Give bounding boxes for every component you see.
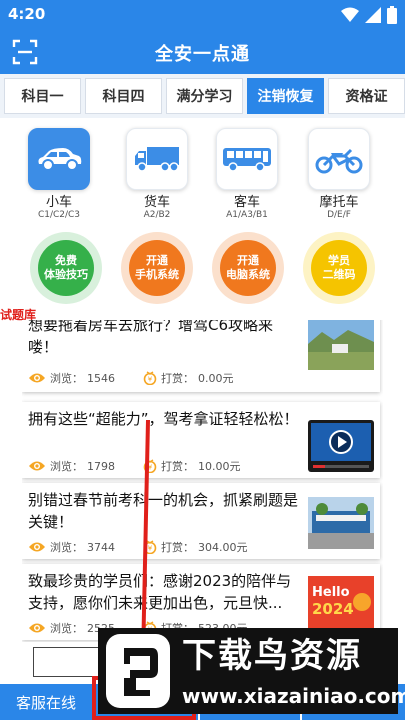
news-card[interactable]: 拥有这些“超能力”，驾考拿证轻轻松松！ 浏览： 1798 ¥ 打赏： 10.00元 xyxy=(22,402,380,478)
battery-icon xyxy=(387,6,397,24)
tab-qualification[interactable]: 资格证 xyxy=(328,78,405,114)
views-label: 浏览： xyxy=(50,541,83,554)
feature-label-line2: 手机系统 xyxy=(135,268,179,281)
vehicle-license-classes: C1/C2/C3 xyxy=(37,210,81,220)
status-bar: 4:20 xyxy=(0,0,405,30)
vehicle-name: 货车 xyxy=(143,195,170,210)
thumb-text-year: 2024 xyxy=(312,600,354,618)
vehicle-license-classes: A1/A3/B1 xyxy=(226,210,268,220)
open-mobile-system-button[interactable]: 开通 手机系统 xyxy=(121,232,193,304)
feature-label-line2: 体验技巧 xyxy=(44,268,88,281)
eye-icon xyxy=(29,373,45,383)
news-meta: 浏览： 3744 ¥ 打赏： 304.00元 xyxy=(28,539,276,555)
vehicle-name: 摩托车 xyxy=(319,195,359,210)
reward-amount: 10.00元 xyxy=(198,460,241,473)
news-title: 想要拖着房车去旅行？增驾C6攻略来喽！ xyxy=(28,320,274,356)
reward-amount: 0.00元 xyxy=(198,372,234,385)
watermark-title: 下载鸟资源 xyxy=(182,636,362,676)
views-count: 1546 xyxy=(87,371,115,385)
thumb-text-hello: Hello xyxy=(312,585,350,600)
tab-cancel-restore[interactable]: 注销恢复 xyxy=(247,78,324,114)
feature-label-line1: 开通 xyxy=(237,254,259,267)
vehicle-motorcycle[interactable]: 摩托车 D/E/F xyxy=(304,124,374,221)
news-title: 拥有这些“超能力”，驾考拿证轻轻松松！ xyxy=(28,410,299,428)
bird-logo-icon xyxy=(106,634,170,708)
vehicle-bus[interactable]: 客车 A1/A3/B1 xyxy=(212,124,282,221)
eye-icon xyxy=(29,542,45,552)
tab-subject-one[interactable]: 科目一 xyxy=(4,78,81,114)
eye-icon xyxy=(29,461,45,471)
watermark: 下载鸟资源 www.xiazainiao.com xyxy=(98,628,405,714)
student-qr-code-button[interactable]: 学员 二维码 xyxy=(303,232,375,304)
news-card[interactable]: 别错过春节前考科一的机会，抓紧刷题是关键！ 浏览： 3744 ¥ 打赏： 304.0… xyxy=(22,483,380,559)
tab-subject-four[interactable]: 科目四 xyxy=(85,78,162,114)
free-tips-button[interactable]: 免费 体验技巧 xyxy=(30,232,102,304)
feature-label-line1: 免费 xyxy=(55,254,77,267)
building-thumbnail xyxy=(308,497,374,549)
vehicle-car[interactable]: 小车 C1/C2/C3 xyxy=(24,124,94,221)
news-meta: 浏览： 1546 ¥ 打赏： 0.00元 xyxy=(28,370,262,386)
feature-label-line1: 开通 xyxy=(146,254,168,267)
wifi-icon xyxy=(341,7,359,22)
bus-icon xyxy=(223,148,271,172)
feature-label-line1: 学员 xyxy=(328,254,350,267)
reward-label: 打赏： xyxy=(161,541,194,554)
news-card[interactable]: 想要拖着房车去旅行？增驾C6攻略来喽！ 浏览： 1546 ¥ 打赏： 0.00元 xyxy=(22,320,380,392)
views-count: 1798 xyxy=(87,459,115,473)
vehicle-type-selector: 小车 C1/C2/C3 货车 A2/B2 客车 A1/A3/B1 摩托车 D/E… xyxy=(0,124,405,224)
news-title: 致最珍贵的学员们：感谢2023的陪伴与支持，愿你们未来更加出色，元旦快... xyxy=(28,572,292,612)
motorcycle-icon xyxy=(315,148,363,174)
video-thumbnail xyxy=(308,420,374,472)
feature-label-line2: 二维码 xyxy=(322,268,356,281)
news-title: 别错过春节前考科一的机会，抓紧刷题是关键！ xyxy=(28,491,299,531)
hello-2024-thumbnail: Hello 2024 xyxy=(308,576,374,628)
watermark-url: www.xiazainiao.com xyxy=(182,684,405,708)
app-bar: 全安一点通 xyxy=(0,30,405,74)
vehicle-license-classes: D/E/F xyxy=(327,210,351,220)
feature-label-line2: 电脑系统 xyxy=(226,268,270,281)
eye-icon xyxy=(29,623,45,633)
views-label: 浏览： xyxy=(50,372,83,385)
views-count: 3744 xyxy=(87,540,115,554)
signal-icon xyxy=(365,7,381,23)
app-title: 全安一点通 xyxy=(155,44,250,65)
reward-label: 打赏： xyxy=(161,460,194,473)
car-icon xyxy=(38,148,82,171)
open-pc-system-button[interactable]: 开通 电脑系统 xyxy=(212,232,284,304)
customer-service-button[interactable]: 客服在线 xyxy=(0,684,92,720)
vehicle-name: 小车 xyxy=(45,195,72,210)
vehicle-name: 客车 xyxy=(233,195,260,210)
reward-amount: 304.00元 xyxy=(198,541,248,554)
news-list: 想要拖着房车去旅行？增驾C6攻略来喽！ 浏览： 1546 ¥ 打赏： 0.00元 拥… xyxy=(22,320,383,642)
tab-bar: 科目一 科目四 满分学习 注销恢复 资格证 xyxy=(0,74,405,118)
status-icons xyxy=(341,6,397,24)
reward-icon: ¥ xyxy=(143,371,157,385)
svg-text:¥: ¥ xyxy=(148,376,153,384)
vehicle-license-classes: A2/B2 xyxy=(143,210,171,220)
reward-label: 打赏： xyxy=(161,372,194,385)
status-time: 4:20 xyxy=(8,5,46,23)
landscape-thumbnail xyxy=(308,320,374,370)
truck-icon xyxy=(135,147,179,172)
tab-full-score-study[interactable]: 满分学习 xyxy=(166,78,243,114)
feature-buttons: 免费 体验技巧 开通 手机系统 开通 电脑系统 学员 二维码 xyxy=(0,228,405,304)
views-label: 浏览： xyxy=(50,460,83,473)
vehicle-truck[interactable]: 货车 A2/B2 xyxy=(122,124,192,221)
views-label: 浏览： xyxy=(50,622,83,635)
svg-text:¥: ¥ xyxy=(148,545,153,553)
